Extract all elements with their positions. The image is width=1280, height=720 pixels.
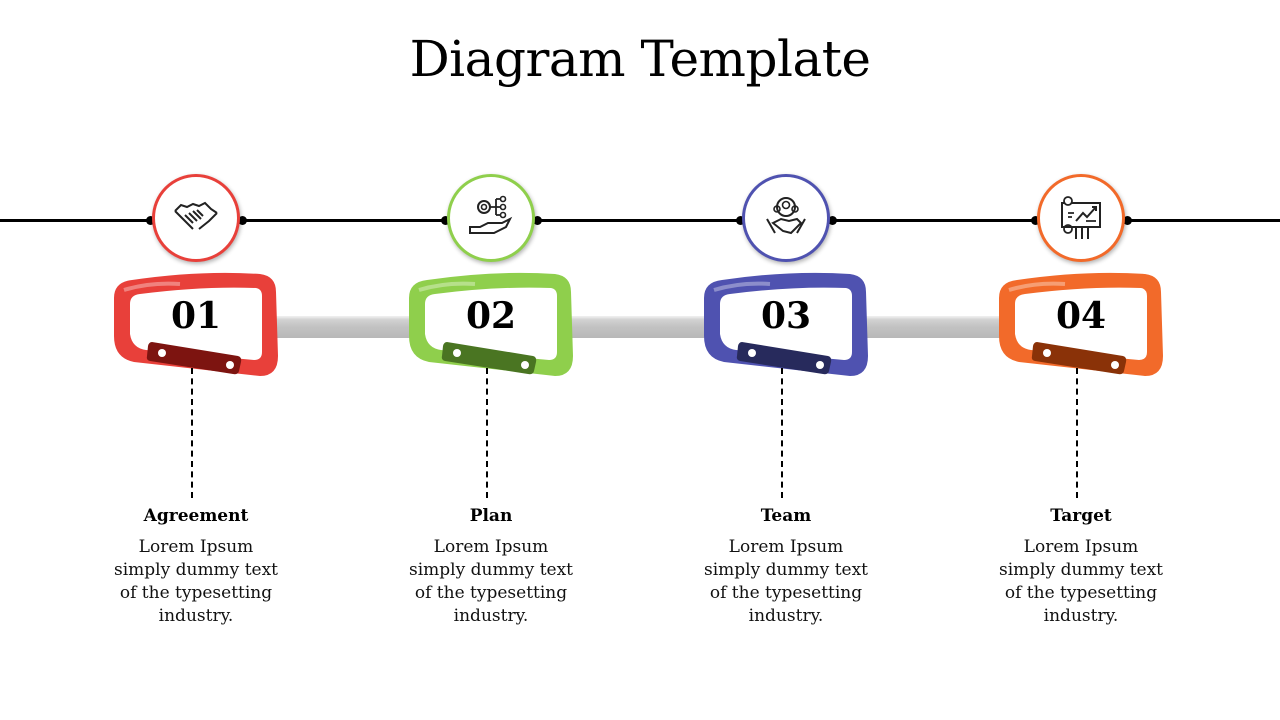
dashed-leader-line (1076, 368, 1078, 498)
step-icon-circle (152, 174, 240, 262)
step-number: 02 (465, 295, 517, 337)
step-description: Lorem Ipsum simply dummy text of the typ… (409, 537, 573, 626)
step-description: Lorem Ipsum simply dummy text of the typ… (704, 537, 868, 626)
step-number: 03 (760, 295, 812, 337)
presentation-growth-icon (1061, 196, 1101, 239)
step-icon-circle (1037, 174, 1125, 262)
gear-hand-network-icon (469, 195, 513, 234)
dashed-leader-line (191, 368, 193, 498)
step-heading: Plan (469, 506, 513, 526)
step-icon-circle (742, 174, 830, 262)
step-heading: Target (1050, 506, 1112, 526)
dashed-leader-line (781, 368, 783, 498)
step-heading: Agreement (143, 506, 249, 526)
step-description: Lorem Ipsum simply dummy text of the typ… (999, 537, 1163, 626)
dashed-leader-line (486, 368, 488, 498)
step-description: Lorem Ipsum simply dummy text of the typ… (114, 537, 278, 626)
step-heading: Team (760, 506, 812, 526)
page-title: Diagram Template (409, 30, 871, 88)
step-icon-circle (447, 174, 535, 262)
step-number: 04 (1055, 295, 1107, 337)
handshake-icon (174, 201, 218, 230)
step-number: 01 (170, 295, 222, 337)
team-handshake-icon (766, 197, 806, 235)
